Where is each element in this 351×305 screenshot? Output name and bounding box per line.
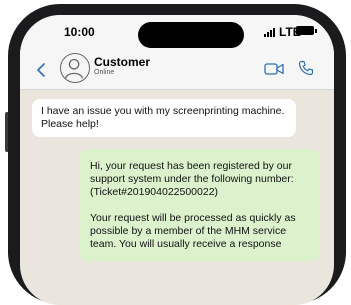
incoming-message-text: I have an issue you with my screenprinti…: [41, 105, 285, 130]
incoming-message: I have an issue you with my screenprinti…: [32, 99, 296, 137]
signal-icon: [264, 27, 280, 37]
video-camera-icon[interactable]: [264, 62, 284, 76]
avatar[interactable]: [60, 53, 90, 83]
phone-icon[interactable]: [298, 60, 314, 76]
outgoing-message: Hi, your request has been registered by …: [80, 149, 320, 261]
battery-icon: [296, 26, 317, 35]
status-time: 10:00: [64, 25, 95, 39]
chat-header: Customer Online: [20, 49, 334, 90]
outgoing-message-paragraph: Your request will be processed as quickl…: [90, 212, 296, 250]
chevron-left-icon[interactable]: [35, 63, 47, 77]
status-bar: 10:00 LTE: [20, 15, 334, 49]
contact-status: Online: [94, 69, 115, 76]
contact-name: Customer: [94, 55, 151, 69]
phone-frame: 10:00 LTE Customer Online I have an issu…: [0, 0, 351, 305]
dynamic-island: [138, 22, 244, 48]
user-icon: [65, 58, 84, 79]
chat-screen: 10:00 LTE Customer Online I have an issu…: [20, 15, 334, 305]
outgoing-message-paragraph: Hi, your request has been registered by …: [90, 160, 294, 198]
